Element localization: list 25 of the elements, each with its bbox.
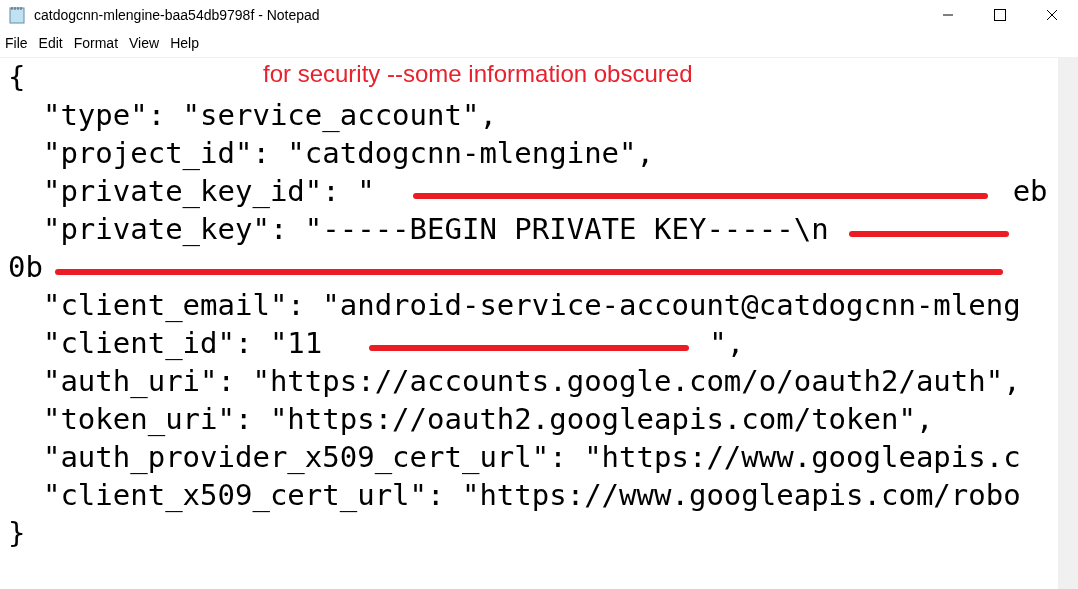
code-text: "private_key": "-----BEGIN PRIVATE KEY-----\n [41, 211, 829, 248]
code-text: 0b [8, 249, 43, 286]
maximize-icon [994, 9, 1006, 21]
window-title: catdogcnn-mlengine-baa54db9798f - Notepad [34, 5, 321, 25]
notepad-icon [8, 6, 26, 24]
menu-item[interactable]: Help [165, 33, 205, 54]
code-text: eb [1012, 173, 1048, 210]
code-text: "private_key_id": " [41, 173, 375, 210]
code-text: "auth_uri": "https://accounts.google.com/o/oauth2/auth", [41, 363, 1021, 400]
code-text: "token_uri": "https://oauth2.googleapis.com/token", [41, 401, 934, 438]
code-text: ", [709, 325, 745, 362]
menu-item[interactable]: Edit [33, 33, 69, 54]
code-text: "auth_provider_x509_cert_url": "https://www.googleapis.c [41, 439, 1021, 476]
code-text: "type": "service_account", [41, 97, 497, 134]
code-text: "client_x509_cert_url": "https://www.googleapis.com/robo [41, 477, 1021, 514]
code-text: { [8, 59, 26, 96]
annotation-text: for security --some information obscured [263, 59, 693, 89]
code-text: "client_id": "11 [41, 325, 323, 362]
menu-item[interactable]: Format [68, 33, 125, 54]
close-icon [1046, 9, 1058, 21]
menu-item[interactable]: View [124, 33, 166, 54]
code-text: } [8, 515, 26, 552]
menu-item[interactable]: File [0, 33, 34, 54]
code-text: "client_email": "android-service-account@catdogcnn-mleng [41, 287, 1021, 324]
code-text: "project_id": "catdogcnn-mlengine", [41, 135, 654, 172]
